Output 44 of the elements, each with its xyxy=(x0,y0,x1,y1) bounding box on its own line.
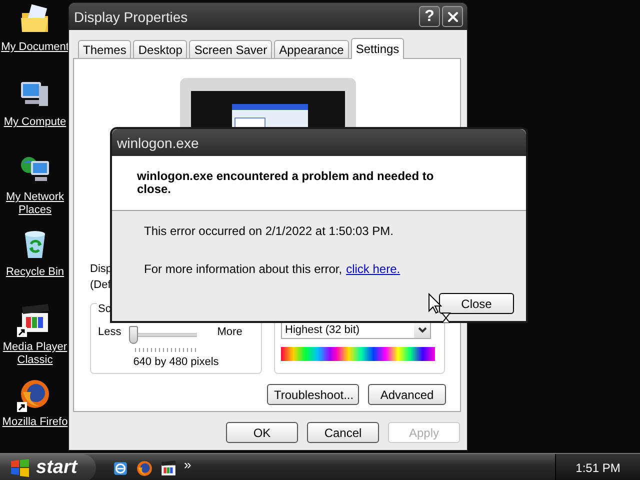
more-button[interactable]: » xyxy=(184,456,192,472)
dialog-button[interactable]: OK xyxy=(226,422,298,443)
desktop-icon-label[interactable]: Mozilla Firefo xyxy=(2,416,68,429)
panel-button[interactable]: Troubleshoot... xyxy=(267,384,359,405)
less-label: Less xyxy=(98,325,122,340)
quick-launch-button[interactable] xyxy=(160,460,177,476)
error-heading: winlogon.exe encountered a problem and needed to close. xyxy=(137,170,435,196)
more-label: More xyxy=(217,325,242,340)
help-button[interactable]: ? xyxy=(419,6,440,27)
quick-launch-button[interactable] xyxy=(136,460,153,476)
desktop-icon-label[interactable]: My Network Places xyxy=(0,191,70,217)
tab[interactable]: Themes xyxy=(78,40,132,58)
tab[interactable]: Settings xyxy=(350,38,404,59)
resolution-reading: 640 by 480 pixels xyxy=(132,356,220,368)
windows-flag-icon xyxy=(10,458,30,478)
window-title: Display Properties xyxy=(74,8,189,24)
firefox-icon xyxy=(136,460,153,476)
desktop-icon-label[interactable]: Media Player Classic xyxy=(0,341,70,367)
panel-button[interactable]: Advanced xyxy=(368,384,446,405)
browser-icon xyxy=(112,460,129,476)
desktop-icon-label[interactable]: My Compute xyxy=(4,116,66,129)
desktop-icon-label[interactable]: Recycle Bin xyxy=(6,266,64,279)
slider-thumb[interactable] xyxy=(129,326,138,344)
error-time-text: This error occurred on 2/1/2022 at 1:50:03 PM. xyxy=(144,224,394,238)
clock: 1:51 PM xyxy=(576,461,620,475)
display-text: (Def xyxy=(90,278,111,293)
clapperboard-icon xyxy=(19,303,51,335)
folder-icon xyxy=(19,3,51,35)
desktop-icon-label[interactable]: My Document xyxy=(1,41,69,54)
close-button[interactable] xyxy=(442,6,463,27)
dialog-button[interactable]: Cancel xyxy=(307,422,379,443)
tab[interactable]: Desktop xyxy=(133,40,188,58)
busy-cursor-icon xyxy=(428,293,452,323)
quick-launch-button[interactable] xyxy=(112,460,129,476)
clapperboard-icon xyxy=(160,460,177,476)
close-button[interactable]: Close xyxy=(439,293,514,314)
tab[interactable]: Appearance xyxy=(274,40,349,58)
click-here-link[interactable]: click here. xyxy=(346,262,400,276)
caret-icon xyxy=(418,327,426,333)
info-text: For more information about this error, xyxy=(144,262,342,276)
dialog-title: winlogon.exe xyxy=(117,134,200,150)
tab[interactable]: Screen Saver xyxy=(189,40,272,58)
start-button[interactable]: start xyxy=(0,454,96,480)
firefox-icon xyxy=(19,378,51,410)
